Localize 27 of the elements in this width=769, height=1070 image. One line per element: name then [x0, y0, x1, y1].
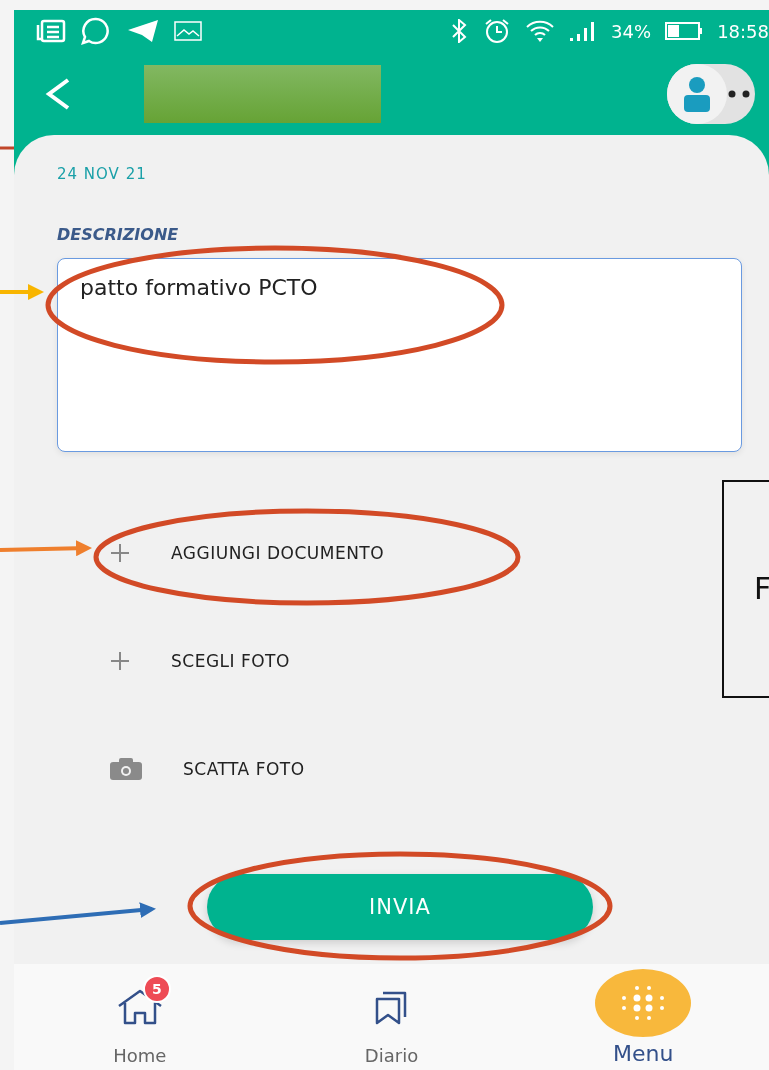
plus-icon [109, 650, 131, 672]
description-label: DESCRIZIONE [57, 225, 180, 244]
description-field[interactable]: patto formativo PCTO [57, 258, 742, 452]
annotation-line [0, 146, 14, 150]
nav-tab[interactable]: Diario [265, 964, 518, 1066]
date-text: 24 NOV 21 [57, 165, 148, 183]
nav-tab[interactable]: Menu [517, 964, 769, 1066]
camera-icon [109, 758, 143, 780]
battery-percentage: 34% [611, 20, 652, 42]
nav-tab[interactable]: 5 Home [14, 964, 266, 1066]
wifi-icon [525, 19, 556, 43]
image-icon [174, 21, 202, 41]
attachment-option[interactable]: SCATTA FOTO [57, 756, 769, 782]
back-icon[interactable] [44, 76, 72, 111]
paper-plane-icon [126, 18, 160, 44]
dots-icon [728, 89, 750, 98]
notification-badge: 5 [142, 975, 171, 1003]
person-icon [682, 75, 712, 112]
battery-icon [665, 21, 704, 41]
callout-text: F [754, 574, 769, 604]
chat-bubble-icon [80, 17, 112, 45]
annotation-arrow [0, 284, 44, 300]
plus-icon [109, 542, 131, 564]
status-time: 18:58 [717, 20, 769, 42]
news-icon [36, 19, 66, 43]
attachment-option[interactable]: AGGIUNGI DOCUMENTO [57, 540, 769, 566]
attachment-option[interactable]: SCEGLI FOTO [57, 648, 769, 674]
